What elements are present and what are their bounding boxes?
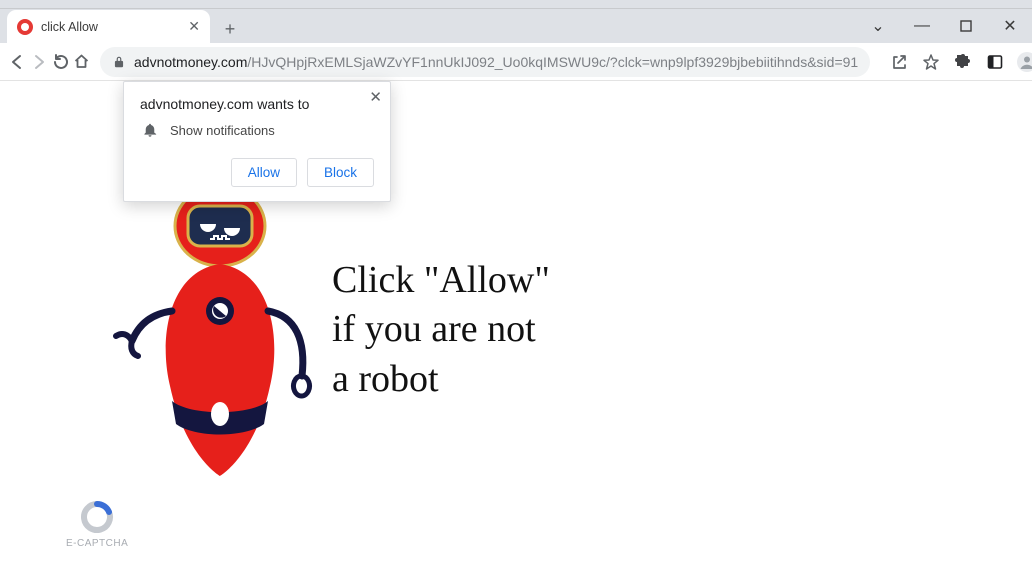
bell-icon (142, 122, 158, 138)
extensions-icon[interactable] (948, 47, 978, 77)
prompt-permission-row: Show notifications (142, 122, 374, 138)
robot-illustration (110, 176, 330, 486)
allow-button[interactable]: Allow (231, 158, 297, 187)
home-button[interactable] (73, 47, 90, 77)
close-tab-icon[interactable]: ✕ (188, 18, 200, 35)
browser-toolbar: advnotmoney.com/HJvQHpjRxEMLSjaWZvYF1nnU… (0, 43, 1032, 81)
url-path: /HJvQHpjRxEMLSjaWZvYF1nnUkIJ092_Uo0kqIMS… (247, 54, 858, 70)
reload-button[interactable] (52, 47, 69, 77)
headline-line-3: a robot (332, 355, 550, 404)
minimize-button[interactable]: — (900, 11, 944, 41)
block-button[interactable]: Block (307, 158, 374, 187)
prompt-title: advnotmoney.com wants to (140, 96, 374, 112)
tab-strip: click Allow ✕ + ⌄ — ✕ (0, 9, 1032, 43)
chevron-down-icon[interactable]: ⌄ (856, 11, 900, 41)
side-panel-icon[interactable] (980, 47, 1010, 77)
headline-text: Click "Allow" if you are not a robot (332, 256, 550, 404)
close-window-button[interactable]: ✕ (988, 11, 1032, 41)
window-titlebar-strip (0, 0, 1032, 9)
url-text: advnotmoney.com/HJvQHpjRxEMLSjaWZvYF1nnU… (134, 54, 858, 70)
captcha-badge: E-CAPTCHA (66, 500, 128, 549)
lock-icon (112, 55, 126, 69)
share-icon[interactable] (884, 47, 914, 77)
tab-favicon (17, 19, 33, 35)
new-tab-button[interactable]: + (216, 15, 244, 43)
toolbar-right-icons (884, 47, 1032, 77)
window-controls: ⌄ — ✕ (856, 9, 1032, 43)
maximize-icon (960, 20, 972, 32)
prompt-permission-label: Show notifications (170, 123, 275, 138)
forward-button[interactable] (30, 47, 48, 77)
browser-tab[interactable]: click Allow ✕ (7, 10, 210, 43)
maximize-button[interactable] (944, 11, 988, 41)
profile-avatar-icon[interactable] (1012, 47, 1032, 77)
url-host: advnotmoney.com (134, 54, 247, 70)
headline-line-2: if you are not (332, 305, 550, 354)
back-button[interactable] (8, 47, 26, 77)
notification-permission-prompt: ✕ advnotmoney.com wants to Show notifica… (123, 81, 391, 202)
bookmark-star-icon[interactable] (916, 47, 946, 77)
headline-line-1: Click "Allow" (332, 256, 550, 305)
page-viewport: ✕ advnotmoney.com wants to Show notifica… (0, 81, 1032, 587)
captcha-label: E-CAPTCHA (66, 538, 128, 549)
prompt-close-icon[interactable]: ✕ (369, 88, 382, 106)
address-bar[interactable]: advnotmoney.com/HJvQHpjRxEMLSjaWZvYF1nnU… (100, 47, 870, 77)
tab-title: click Allow (41, 20, 180, 34)
captcha-icon (80, 500, 114, 534)
